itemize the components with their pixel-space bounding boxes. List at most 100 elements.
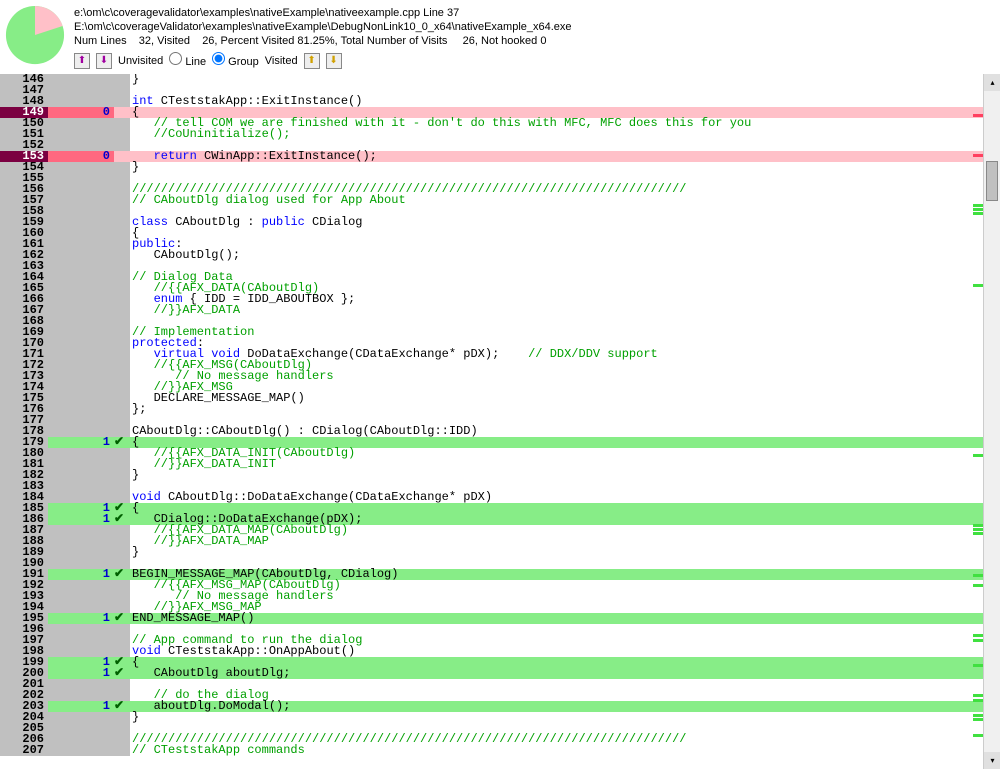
code-line[interactable]: 1530 return CWinApp::ExitInstance();: [0, 151, 1000, 162]
scroll-down-icon[interactable]: ▾: [984, 752, 1000, 769]
line-radio[interactable]: Line: [169, 52, 206, 69]
gutter: [114, 118, 130, 129]
code-text: }: [130, 162, 1000, 173]
code-line[interactable]: 1951✔END_MESSAGE_MAP(): [0, 613, 1000, 624]
code-line[interactable]: 182}: [0, 470, 1000, 481]
code-text: DECLARE_MESSAGE_MAP(): [130, 393, 1000, 404]
gutter: [114, 459, 130, 470]
visit-count: 1: [48, 668, 114, 679]
visit-count: [48, 184, 114, 195]
visit-count: [48, 162, 114, 173]
code-text: CAboutDlg aboutDlg;: [130, 668, 1000, 679]
code-line[interactable]: 178CAboutDlg::CAboutDlg() : CDialog(CAbo…: [0, 426, 1000, 437]
gutter: [114, 261, 130, 272]
vertical-scrollbar[interactable]: ▴ ▾: [983, 74, 1000, 769]
check-icon: ✔: [114, 657, 128, 668]
code-line[interactable]: 2001✔ CAboutDlg aboutDlg;: [0, 668, 1000, 679]
gutter: [114, 448, 130, 459]
code-line[interactable]: 204}: [0, 712, 1000, 723]
gutter: [114, 173, 130, 184]
code-line[interactable]: 181 //}}AFX_DATA_INIT: [0, 459, 1000, 470]
code-text: void CAboutDlg::DoDataExchange(CDataExch…: [130, 492, 1000, 503]
code-text: CAboutDlg();: [130, 250, 1000, 261]
minimap-tick: [973, 634, 983, 637]
prev-unvisited-button[interactable]: ⬆: [74, 53, 90, 69]
gutter: [114, 250, 130, 261]
visit-count: [48, 481, 114, 492]
gutter: [114, 217, 130, 228]
code-text: [130, 261, 1000, 272]
visit-count: [48, 74, 114, 85]
visit-count: [48, 305, 114, 316]
next-unvisited-button[interactable]: ⬇: [96, 53, 112, 69]
gutter: [114, 283, 130, 294]
scroll-thumb[interactable]: [986, 161, 998, 201]
code-text: int CTeststakApp::ExitInstance(): [130, 96, 1000, 107]
code-text: return CWinApp::ExitInstance();: [130, 151, 1000, 162]
minimap-tick: [973, 584, 983, 587]
visit-count: [48, 393, 114, 404]
code-line[interactable]: 189}: [0, 547, 1000, 558]
gutter: [114, 305, 130, 316]
prev-visited-button[interactable]: ⬆: [304, 53, 320, 69]
visit-count: [48, 591, 114, 602]
gutter: ✔: [114, 514, 130, 525]
gutter: [114, 558, 130, 569]
gutter: ✔: [114, 701, 130, 712]
visit-count: [48, 470, 114, 481]
code-text: //CoUninitialize();: [130, 129, 1000, 140]
code-text: aboutDlg.DoModal();: [130, 701, 1000, 712]
code-line[interactable]: 184void CAboutDlg::DoDataExchange(CDataE…: [0, 492, 1000, 503]
gutter: [114, 294, 130, 305]
check-icon: ✔: [114, 514, 128, 525]
gutter: ✔: [114, 569, 130, 580]
code-line[interactable]: 146}: [0, 74, 1000, 85]
code-body[interactable]: 146}147148int CTeststakApp::ExitInstance…: [0, 74, 1000, 769]
code-line[interactable]: 207// CTeststakApp commands: [0, 745, 1000, 756]
code-line[interactable]: 175 DECLARE_MESSAGE_MAP(): [0, 393, 1000, 404]
gutter: [114, 338, 130, 349]
code-line[interactable]: 148int CTeststakApp::ExitInstance(): [0, 96, 1000, 107]
visit-count: [48, 360, 114, 371]
visit-count: 0: [48, 107, 114, 118]
code-line[interactable]: 162 CAboutDlg();: [0, 250, 1000, 261]
code-line[interactable]: 151 //CoUninitialize();: [0, 129, 1000, 140]
minimap-tick: [973, 714, 983, 717]
code-line[interactable]: 176};: [0, 404, 1000, 415]
code-text: }: [130, 74, 1000, 85]
gutter: [114, 547, 130, 558]
code-text: //}}AFX_MSG_MAP: [130, 602, 1000, 613]
minimap-tick: [973, 694, 983, 697]
minimap-tick: [973, 574, 983, 577]
group-radio[interactable]: Group: [212, 52, 259, 69]
next-visited-button[interactable]: ⬇: [326, 53, 342, 69]
code-line[interactable]: 154}: [0, 162, 1000, 173]
visit-count: [48, 459, 114, 470]
scroll-track[interactable]: [984, 91, 1000, 752]
gutter: [114, 525, 130, 536]
minimap-tick: [973, 204, 983, 207]
check-icon: ✔: [114, 503, 128, 514]
visit-count: [48, 382, 114, 393]
coverage-minimap[interactable]: [973, 74, 983, 769]
gutter: [114, 151, 130, 162]
minimap-tick: [973, 208, 983, 211]
code-text: // No message handlers: [130, 371, 1000, 382]
gutter: ✔: [114, 613, 130, 624]
visit-count: 1: [48, 569, 114, 580]
code-text: class CAboutDlg : public CDialog: [130, 217, 1000, 228]
code-line[interactable]: 188 //}}AFX_DATA_MAP: [0, 536, 1000, 547]
code-line[interactable]: 2031✔ aboutDlg.DoModal();: [0, 701, 1000, 712]
code-line[interactable]: 159class CAboutDlg : public CDialog: [0, 217, 1000, 228]
gutter: [114, 272, 130, 283]
code-line[interactable]: 167 //}}AFX_DATA: [0, 305, 1000, 316]
visit-count: [48, 239, 114, 250]
minimap-tick: [973, 212, 983, 215]
gutter: ✔: [114, 437, 130, 448]
code-text: };: [130, 404, 1000, 415]
gutter: [114, 679, 130, 690]
code-line[interactable]: 157// CAboutDlg dialog used for App Abou…: [0, 195, 1000, 206]
gutter: [114, 393, 130, 404]
code-line[interactable]: 198void CTeststakApp::OnAppAbout(): [0, 646, 1000, 657]
scroll-up-icon[interactable]: ▴: [984, 74, 1000, 91]
